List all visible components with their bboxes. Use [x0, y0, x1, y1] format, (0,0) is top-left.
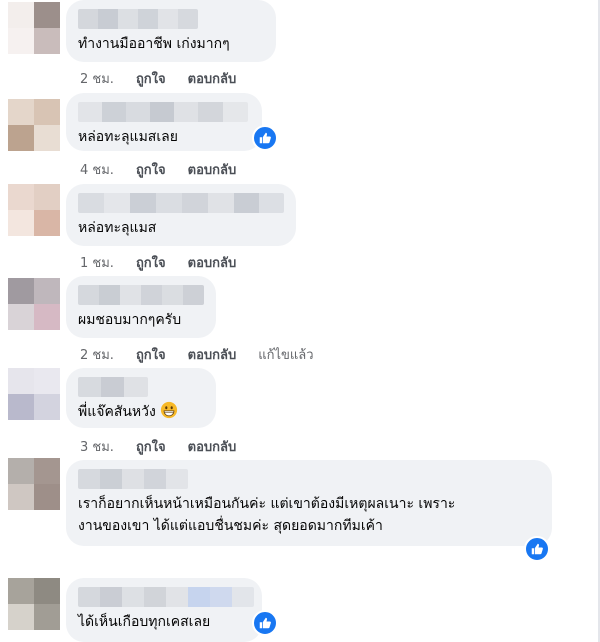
avatar[interactable] — [8, 2, 60, 54]
comment-bubble: ผมชอบมากๆครับ — [66, 276, 216, 338]
comment-actions: 4 ชม. ถูกใจ ตอบกลับ — [80, 159, 258, 180]
reply-button[interactable]: ตอบกลับ — [188, 68, 237, 89]
comment-bubble: ได้เห็นเกือบทุกเคสเลย — [66, 578, 262, 642]
author-name-redacted[interactable] — [78, 377, 148, 397]
grinning-face-icon — [160, 401, 177, 419]
edited-label[interactable]: แก้ไขแล้ว — [258, 344, 313, 365]
like-button[interactable]: ถูกใจ — [136, 436, 166, 457]
like-icon — [531, 543, 543, 555]
comment-actions: 2 ชม. ถูกใจ ตอบกลับ แก้ไขแล้ว — [80, 344, 336, 365]
comment-timestamp[interactable]: 4 ชม. — [80, 159, 114, 180]
comment-actions: 3 ชม. ถูกใจ ตอบกลับ — [80, 436, 258, 457]
like-reaction-badge[interactable] — [524, 536, 550, 562]
comment-text: เราก็อยากเห็นหน้าเหมือนกันค่ะ แต่เขาต้อง… — [78, 496, 456, 534]
avatar[interactable] — [8, 184, 60, 236]
comment-bubble: พี่แจ๊คสันหวัง — [66, 368, 216, 428]
comment-text: ผมชอบมากๆครับ — [78, 312, 182, 328]
like-button[interactable]: ถูกใจ — [136, 252, 166, 273]
comment-bubble: หล่อทะลุแมสเลย — [66, 93, 262, 151]
reply-button[interactable]: ตอบกลับ — [188, 252, 237, 273]
author-name-redacted[interactable] — [78, 469, 188, 489]
avatar[interactable] — [8, 99, 60, 151]
comment-actions: 2 ชม. ถูกใจ ตอบกลับ — [80, 68, 258, 89]
comment-timestamp[interactable]: 2 ชม. — [80, 68, 114, 89]
author-name-redacted[interactable] — [78, 193, 284, 213]
comment-actions: 1 ชม. ถูกใจ ตอบกลับ — [80, 252, 258, 273]
author-name-redacted[interactable] — [78, 285, 204, 305]
comment-text: ทำงานมืออาชีพ เก่งมากๆ — [78, 36, 230, 52]
comment-text: พี่แจ๊คสันหวัง — [78, 401, 204, 423]
like-reaction-badge[interactable] — [252, 125, 278, 151]
author-name-redacted[interactable] — [78, 102, 248, 122]
like-button[interactable]: ถูกใจ — [136, 159, 166, 180]
avatar[interactable] — [8, 278, 60, 330]
author-name-redacted[interactable] — [78, 9, 198, 29]
like-button[interactable]: ถูกใจ — [136, 68, 166, 89]
reply-button[interactable]: ตอบกลับ — [188, 159, 237, 180]
comment-timestamp[interactable]: 2 ชม. — [80, 344, 114, 365]
comment-timestamp[interactable]: 1 ชม. — [80, 252, 114, 273]
reply-button[interactable]: ตอบกลับ — [188, 436, 237, 457]
like-icon — [259, 617, 271, 629]
like-icon — [259, 132, 271, 144]
comment-bubble: เราก็อยากเห็นหน้าเหมือนกันค่ะ แต่เขาต้อง… — [66, 460, 552, 546]
comment-timestamp[interactable]: 3 ชม. — [80, 436, 114, 457]
like-reaction-badge[interactable] — [252, 610, 278, 636]
comment-bubble: หล่อทะลุแมส — [66, 184, 296, 246]
like-button[interactable]: ถูกใจ — [136, 344, 166, 365]
comment-text: ได้เห็นเกือบทุกเคสเลย — [78, 614, 211, 630]
comment-text: หล่อทะลุแมส — [78, 220, 157, 236]
avatar[interactable] — [8, 578, 60, 630]
avatar[interactable] — [8, 368, 60, 420]
avatar[interactable] — [8, 458, 60, 510]
comment-bubble: ทำงานมืออาชีพ เก่งมากๆ — [66, 0, 276, 62]
reply-button[interactable]: ตอบกลับ — [188, 344, 237, 365]
author-name-redacted[interactable] — [78, 587, 254, 607]
comment-text: หล่อทะลุแมสเลย — [78, 129, 178, 145]
